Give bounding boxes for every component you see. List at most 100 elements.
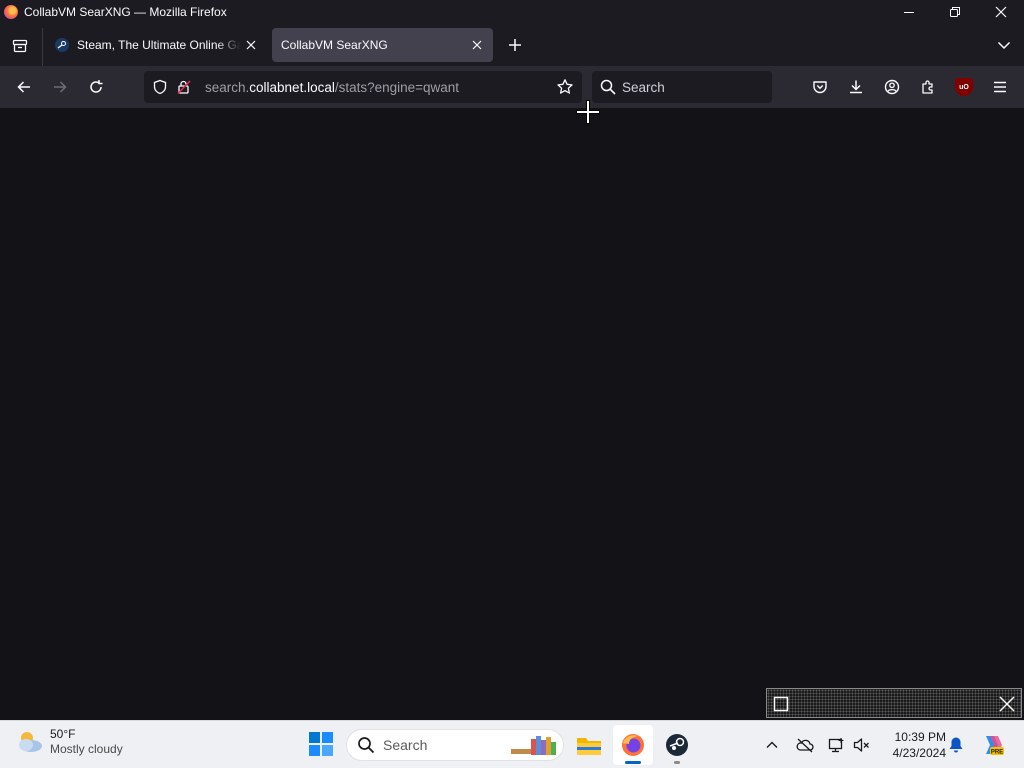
forward-button[interactable] <box>46 73 74 101</box>
copilot-icon: PRE <box>986 736 1004 756</box>
taskbar-search-label: Search <box>383 737 428 753</box>
star-icon <box>557 79 573 94</box>
tab-bar: Steam, The Ultimate Online Game Platform… <box>0 24 1024 66</box>
close-icon <box>472 40 482 50</box>
firefox-view-button[interactable] <box>6 32 34 60</box>
tab-title: Steam, The Ultimate Online Game Platform <box>77 38 241 52</box>
search-highlight-books-icon <box>511 736 556 755</box>
shield-icon <box>153 79 167 95</box>
square-icon <box>773 696 789 712</box>
onedrive-tray-button[interactable] <box>795 735 815 755</box>
search-icon <box>600 79 616 95</box>
chevron-down-icon <box>997 41 1011 50</box>
restore-icon <box>950 7 960 17</box>
weather-widget[interactable]: 50°F Mostly cloudy <box>14 727 123 757</box>
arrow-right-icon <box>54 81 67 93</box>
tab-close-button[interactable] <box>467 35 487 55</box>
file-explorer-app[interactable] <box>569 725 609 765</box>
downloads-icon <box>850 80 862 94</box>
url-host: collabnet.local <box>249 79 335 95</box>
folder-icon <box>577 738 601 755</box>
copilot-button[interactable]: PRE <box>980 733 1004 757</box>
downloads-button[interactable] <box>842 73 870 101</box>
close-icon <box>999 696 1015 712</box>
url-prefix: search. <box>205 79 250 95</box>
tab-title: CollabVM SearXNG <box>281 38 388 52</box>
minimize-button[interactable] <box>886 0 932 24</box>
firefox-logo-icon <box>4 5 18 19</box>
app-menu-button[interactable] <box>986 73 1014 101</box>
arrow-left-icon <box>17 81 30 93</box>
account-icon <box>884 79 900 95</box>
clock-time: 10:39 PM <box>894 730 946 744</box>
web-search-bar[interactable] <box>592 71 772 103</box>
web-search-input[interactable] <box>622 79 762 95</box>
screen: CollabVM SearXNG — Mozilla Firefox Steam… <box>0 0 1024 768</box>
ublock-origin-icon[interactable]: uO <box>955 78 973 96</box>
pocket-icon <box>813 81 827 94</box>
bookmark-star-button[interactable] <box>554 76 576 98</box>
insecure-lock-icon <box>177 80 191 95</box>
address-bar[interactable]: search.collabnet.local/stats?engine=qwan… <box>144 71 582 103</box>
save-to-pocket-button[interactable] <box>806 73 834 101</box>
volume-tray-button[interactable] <box>852 735 872 755</box>
window-titlebar[interactable]: CollabVM SearXNG — Mozilla Firefox <box>0 0 1024 24</box>
taskbar-clock[interactable]: 10:39 PM 4/23/2024 <box>880 729 946 761</box>
search-icon <box>357 736 375 754</box>
tab-steam[interactable]: Steam, The Ultimate Online Game Platform <box>47 28 267 62</box>
navigation-toolbar: search.collabnet.local/stats?engine=qwan… <box>0 66 1024 108</box>
reload-icon <box>90 80 103 93</box>
crosshair-cursor-icon <box>576 100 600 124</box>
reload-button[interactable] <box>82 73 110 101</box>
close-icon <box>995 6 1007 18</box>
tab-collabvm-searxng[interactable]: CollabVM SearXNG <box>272 28 493 62</box>
url-text[interactable]: search.collabnet.local/stats?engine=qwan… <box>205 80 459 95</box>
vm-control-overlay <box>766 688 1022 718</box>
account-button[interactable] <box>878 73 906 101</box>
steam-favicon-icon <box>55 38 69 52</box>
close-window-button[interactable] <box>978 0 1024 24</box>
active-app-indicator <box>625 761 641 764</box>
clock-date: 4/23/2024 <box>892 746 946 760</box>
cloudy-weather-icon <box>14 728 44 756</box>
restore-button[interactable] <box>932 0 978 24</box>
weather-condition: Mostly cloudy <box>50 742 123 756</box>
tracking-protection-button[interactable] <box>149 76 171 98</box>
windows-taskbar: 50°F Mostly cloudy Search 10:39 PM 4/23/… <box>0 720 1024 768</box>
maximize-vm-button[interactable] <box>769 692 793 716</box>
taskbar-search-box[interactable]: Search <box>346 729 564 761</box>
copilot-badge: PRE <box>991 750 1003 756</box>
list-all-tabs-button[interactable] <box>992 32 1016 58</box>
window-controls <box>886 0 1024 24</box>
extensions-button[interactable] <box>914 73 942 101</box>
notifications-button[interactable] <box>946 735 966 755</box>
weather-text: 50°F Mostly cloudy <box>50 727 123 757</box>
steam-logo-icon <box>666 734 688 756</box>
network-disconnected-icon <box>828 738 844 753</box>
bell-icon <box>949 737 963 753</box>
steam-logo-icon <box>57 41 66 49</box>
firefox-app[interactable] <box>613 725 653 765</box>
new-tab-button[interactable] <box>502 32 528 58</box>
running-app-indicator <box>674 761 680 764</box>
tab-close-button[interactable] <box>241 35 261 55</box>
url-path: /stats?engine=qwant <box>334 79 460 95</box>
steam-app[interactable] <box>657 725 697 765</box>
plus-icon <box>509 39 521 51</box>
start-button[interactable] <box>306 727 336 761</box>
hamburger-menu-icon <box>994 81 1006 93</box>
site-info-button[interactable] <box>173 76 195 98</box>
windows-logo-icon <box>309 732 333 756</box>
network-tray-button[interactable] <box>827 735 847 755</box>
back-button[interactable] <box>10 73 38 101</box>
volume-muted-icon <box>853 738 869 752</box>
firefox-view-icon <box>12 39 28 53</box>
show-hidden-icons-button[interactable] <box>762 735 782 755</box>
minimize-icon <box>904 12 914 13</box>
firefox-logo-icon <box>622 734 644 756</box>
close-vm-button[interactable] <box>995 692 1019 716</box>
onedrive-offline-icon <box>796 738 814 753</box>
page-content[interactable] <box>0 108 1024 720</box>
chevron-up-icon <box>766 741 778 748</box>
close-icon <box>246 40 256 50</box>
